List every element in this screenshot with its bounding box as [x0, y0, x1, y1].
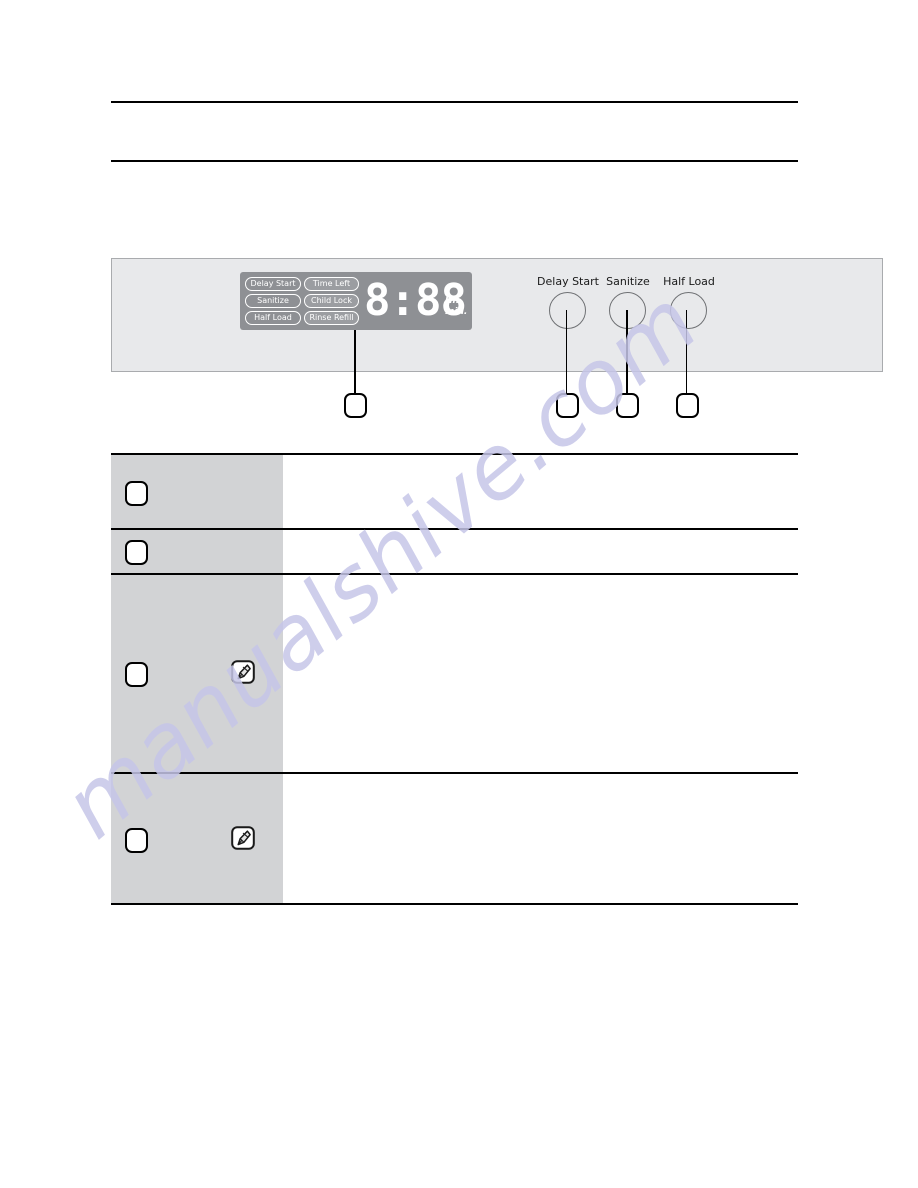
table-row-index-cell [111, 530, 283, 573]
callout-bubble-row-1 [125, 481, 148, 506]
delay-start-button[interactable] [549, 292, 586, 329]
description-table [111, 453, 798, 905]
indicator-row: Sanitize Child Lock [245, 294, 361, 308]
half-load-button[interactable] [670, 292, 707, 329]
note-pen-icon [231, 660, 255, 684]
leader-line-3 [626, 310, 628, 393]
indicator-row: Delay Start Time Left [245, 277, 361, 291]
display-module: Delay Start Time Left Sanitize Child Loc… [240, 272, 472, 330]
unit-label-hour: Hr. [445, 296, 460, 306]
seven-segment-display: 8:88 [364, 275, 467, 326]
table-row [111, 528, 798, 573]
table-row [111, 453, 798, 528]
note-pen-icon [231, 826, 255, 850]
indicator-rinse-refill: Rinse Refill [304, 311, 359, 325]
indicator-row: Half Load Rinse Refill [245, 311, 361, 325]
table-row-index-cell [111, 575, 283, 772]
leader-line-4 [686, 310, 687, 393]
control-panel-illustration: Delay Start Time Left Sanitize Child Loc… [111, 258, 883, 372]
callout-bubble-1 [344, 393, 367, 418]
indicator-delay-start: Delay Start [245, 277, 301, 291]
indicator-child-lock: Child Lock [304, 294, 359, 308]
button-label-half-load: Half Load [663, 275, 715, 288]
callout-bubble-4 [676, 393, 699, 418]
indicator-light-grid: Delay Start Time Left Sanitize Child Loc… [245, 277, 361, 325]
callout-bubble-2 [556, 393, 579, 418]
callout-bubble-row-3 [125, 662, 148, 687]
header-rule-bottom [111, 160, 798, 162]
callout-bubble-row-2 [125, 540, 148, 565]
table-row-body-cell [283, 774, 798, 903]
table-row [111, 772, 798, 905]
table-row-body-cell [283, 575, 798, 772]
table-row-index-cell [111, 455, 283, 528]
indicator-time-left: Time Left [304, 277, 359, 291]
indicator-half-load: Half Load [245, 311, 301, 325]
leader-line-1 [354, 330, 356, 393]
display-unit-labels: Hr. min. [445, 296, 471, 318]
callout-bubble-row-4 [125, 828, 148, 853]
table-row-body-cell [283, 455, 798, 528]
table-row [111, 573, 798, 772]
unit-label-minute: min. [445, 307, 468, 317]
callout-bubble-3 [616, 393, 639, 418]
leader-line-2 [566, 310, 567, 393]
header-rule-top [111, 101, 798, 103]
table-row-index-cell [111, 774, 283, 903]
table-row-body-cell [283, 530, 798, 573]
seven-segment-value: 8:88 [364, 275, 467, 326]
indicator-sanitize: Sanitize [245, 294, 301, 308]
